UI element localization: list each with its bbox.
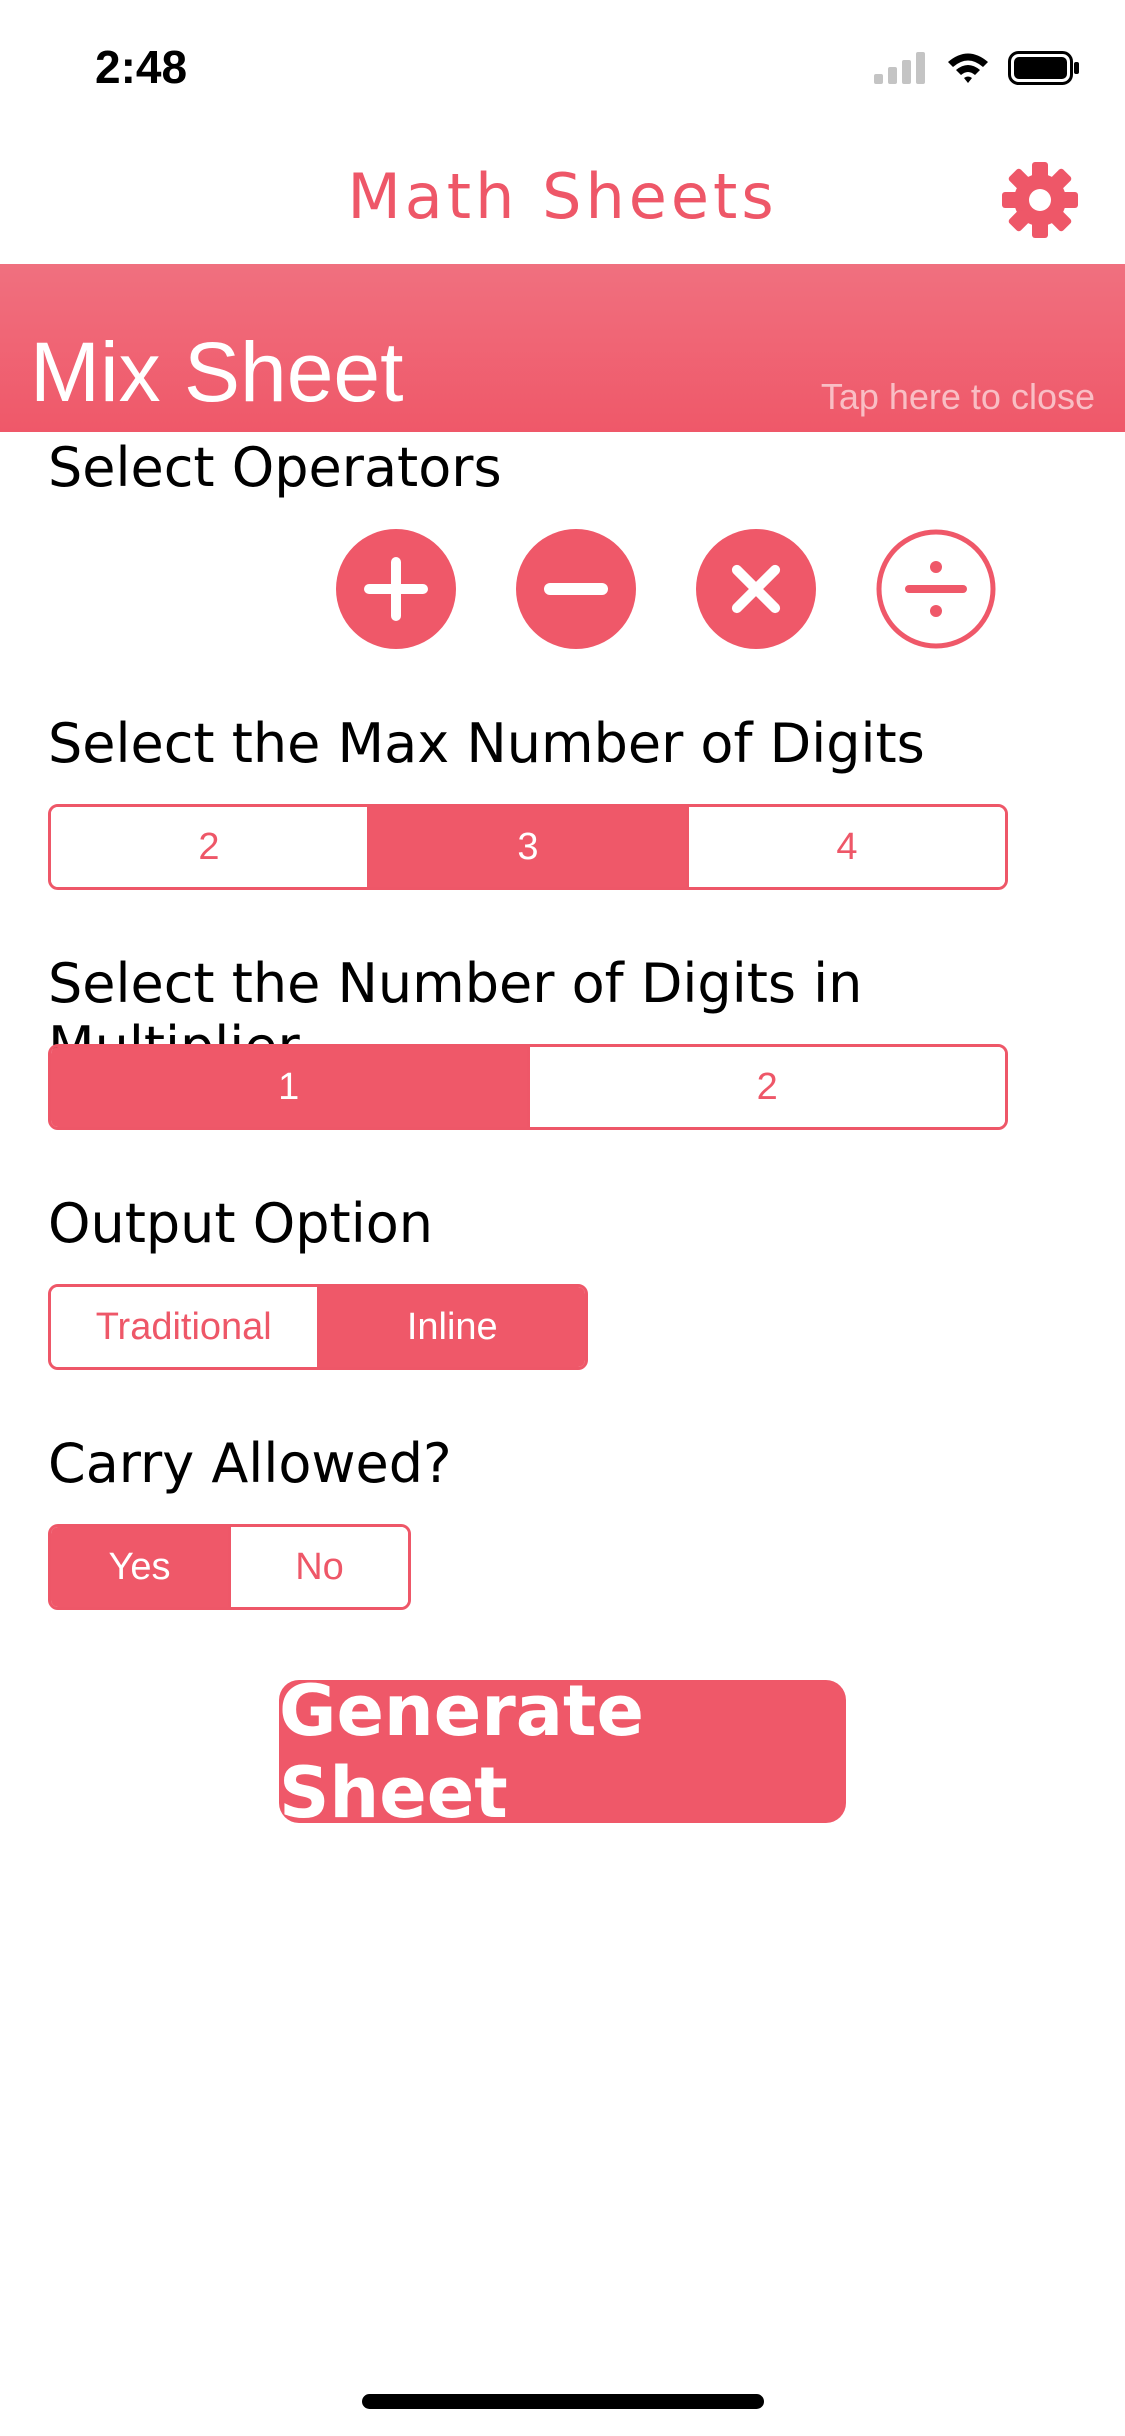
operator-multiply-button[interactable] [695,528,817,650]
multiply-icon [696,529,816,649]
status-icons [874,48,1080,88]
output-option-inline[interactable]: Inline [316,1287,585,1367]
max-digits-option-3[interactable]: 3 [367,807,686,887]
operator-plus-button[interactable] [335,528,457,650]
max-digits-option-4[interactable]: 4 [686,807,1005,887]
gear-icon [1002,162,1078,238]
max-digits-option-2[interactable]: 2 [51,807,367,887]
wifi-icon [948,53,988,83]
home-indicator[interactable] [362,2394,764,2409]
minus-icon [516,529,636,649]
operators-label: Select Operators [48,436,502,499]
multiplier-digits-segmented-control: 1 2 [48,1044,1008,1130]
multiplier-digits-option-2[interactable]: 2 [526,1047,1005,1127]
max-digits-segmented-control: 2 3 4 [48,804,1008,890]
output-option-segmented-control: Traditional Inline [48,1284,588,1370]
battery-icon [1008,51,1079,85]
multiplier-digits-option-1[interactable]: 1 [51,1047,527,1127]
plus-icon [336,529,456,649]
status-time: 2:48 [95,41,188,93]
max-digits-label: Select the Max Number of Digits [48,712,925,775]
carry-option-yes[interactable]: Yes [51,1527,228,1607]
close-hint[interactable]: Tap here to close [821,376,1095,418]
output-option-traditional[interactable]: Traditional [51,1287,317,1367]
settings-button[interactable] [1000,160,1080,240]
output-option-label: Output Option [48,1192,433,1255]
header-band[interactable]: Mix Sheet Tap here to close [0,264,1125,432]
nav-title: Math Sheets [347,160,778,233]
app-screen: 2:48 Math Sheets Mix Sheet Tap here to c… [0,0,1125,2436]
signal-icon [874,52,925,84]
generate-sheet-button[interactable]: Generate Sheet [279,1670,846,1834]
operator-divide-button[interactable] [875,528,997,650]
operator-minus-button[interactable] [515,528,637,650]
carry-option-no[interactable]: No [228,1527,408,1607]
carry-allowed-segmented-control: Yes No [48,1524,411,1610]
divide-icon [876,529,996,649]
sheet-title: Mix Sheet [30,325,404,419]
carry-allowed-label: Carry Allowed? [48,1432,452,1495]
